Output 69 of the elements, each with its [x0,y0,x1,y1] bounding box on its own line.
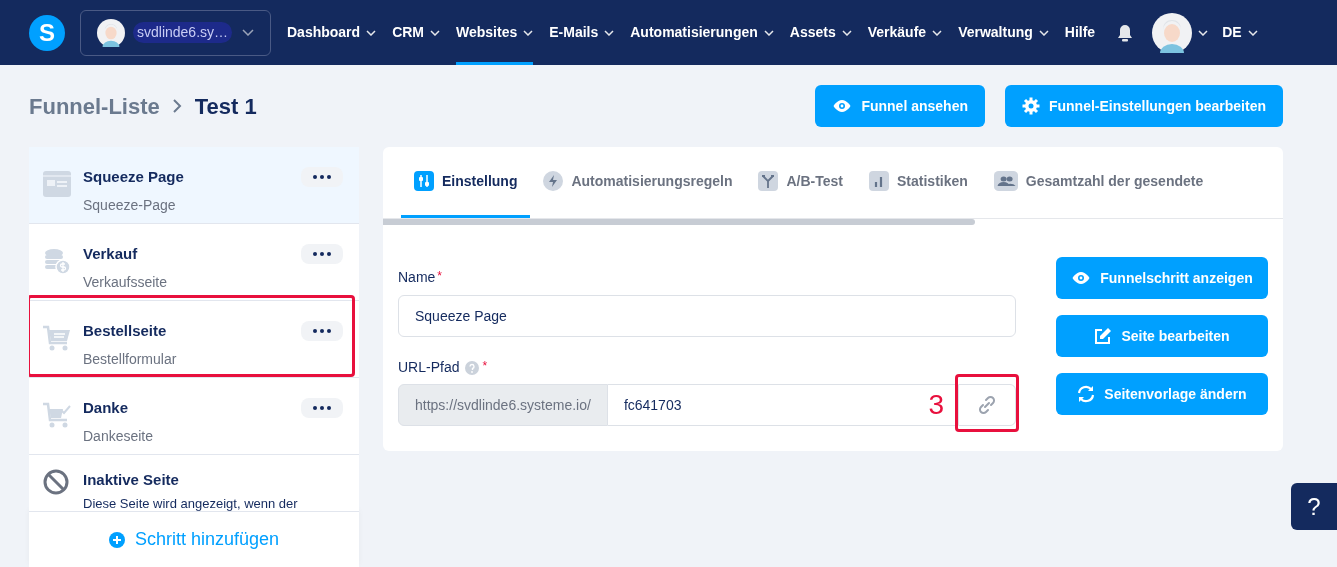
url-prefix: https://svdlinde6.systeme.io/ [398,384,608,426]
refresh-icon [1077,385,1096,403]
nav-item[interactable]: E-Mails [549,0,615,65]
step-subtitle: Diese Seite wird angezeigt, wenn der [83,494,299,511]
forbidden-icon [43,469,69,495]
step-subtitle: Bestellformular [83,349,178,369]
more-button[interactable] [301,244,343,264]
step-title: Verkauf [83,244,139,264]
avatar-icon[interactable] [1152,12,1193,53]
nav-item[interactable]: Hilfe [1064,0,1096,65]
field-label: URL-Pfad [398,358,460,377]
people-icon [993,171,1018,191]
tab[interactable]: Statistiken [856,147,981,218]
nav-item[interactable]: Automatisierungen [630,0,774,65]
nav-item[interactable]: Websites [456,0,534,65]
eye-icon [1071,271,1092,285]
chevron-right-icon [172,99,182,113]
edit-icon [1094,327,1113,345]
nav-item[interactable]: Verwaltung [958,0,1049,65]
step-subtitle: Dankeseite [83,426,155,446]
bell-icon[interactable] [1117,23,1134,42]
link-icon [977,395,997,415]
name-input[interactable]: Squeeze Page [398,295,1016,337]
language-selector[interactable]: DE [1222,22,1258,43]
breadcrumb-link[interactable]: Funnel-Liste [29,89,160,123]
more-icon [313,252,331,256]
avatar-icon[interactable] [97,18,125,47]
page-title: Test 1 [194,92,257,121]
bolt-icon [543,171,564,191]
tab[interactable]: Automatisierungsregeln [530,147,746,218]
bar-chart-icon [869,171,889,191]
field-label: Name [398,268,436,287]
tab[interactable]: Gesamtzahl der gesendete [980,147,1217,218]
eye-icon [832,99,853,113]
account-name: svdlinde6.sy… [133,22,233,43]
more-button[interactable] [301,398,343,418]
plus-circle-icon [108,531,125,548]
tab[interactable]: A/B-Test [745,147,856,218]
step-title: Bestellseite [83,321,168,341]
chevron-down-icon [1247,29,1258,36]
step-subtitle: Verkaufsseite [83,272,169,292]
more-button[interactable] [301,167,343,187]
chevron-down-icon [1198,29,1209,36]
cart-icon [43,325,71,351]
nav-item[interactable]: Dashboard [287,0,377,65]
cart-check-icon [43,402,71,428]
nav-item[interactable]: CRM [392,0,440,65]
nav-item[interactable]: Assets [789,0,852,65]
annotation-number: 3 [928,388,944,422]
more-icon [313,406,331,410]
required-asterisk: * [482,358,488,375]
required-asterisk: * [437,268,443,285]
funnel-step[interactable]: Squeeze Page Squeeze-Page [29,147,359,224]
step-title: Squeeze Page [83,167,185,187]
sliders-icon [414,171,434,191]
step-title: Danke [83,398,130,418]
chevron-down-icon [242,29,254,36]
step-subtitle: Squeeze-Page [83,195,177,215]
scrollbar[interactable] [383,219,975,225]
help-button[interactable]: ? [1291,483,1337,530]
settings-icon [1021,97,1040,115]
more-icon [313,175,331,179]
more-button[interactable] [301,321,343,341]
form-icon [43,171,71,197]
more-icon [313,329,331,333]
account-selector[interactable]: svdlinde6.sy… [80,9,271,56]
nav-item[interactable]: Verkäufe [867,0,943,65]
coins-icon [43,248,71,276]
step-title: Inaktive Seite [83,470,180,490]
